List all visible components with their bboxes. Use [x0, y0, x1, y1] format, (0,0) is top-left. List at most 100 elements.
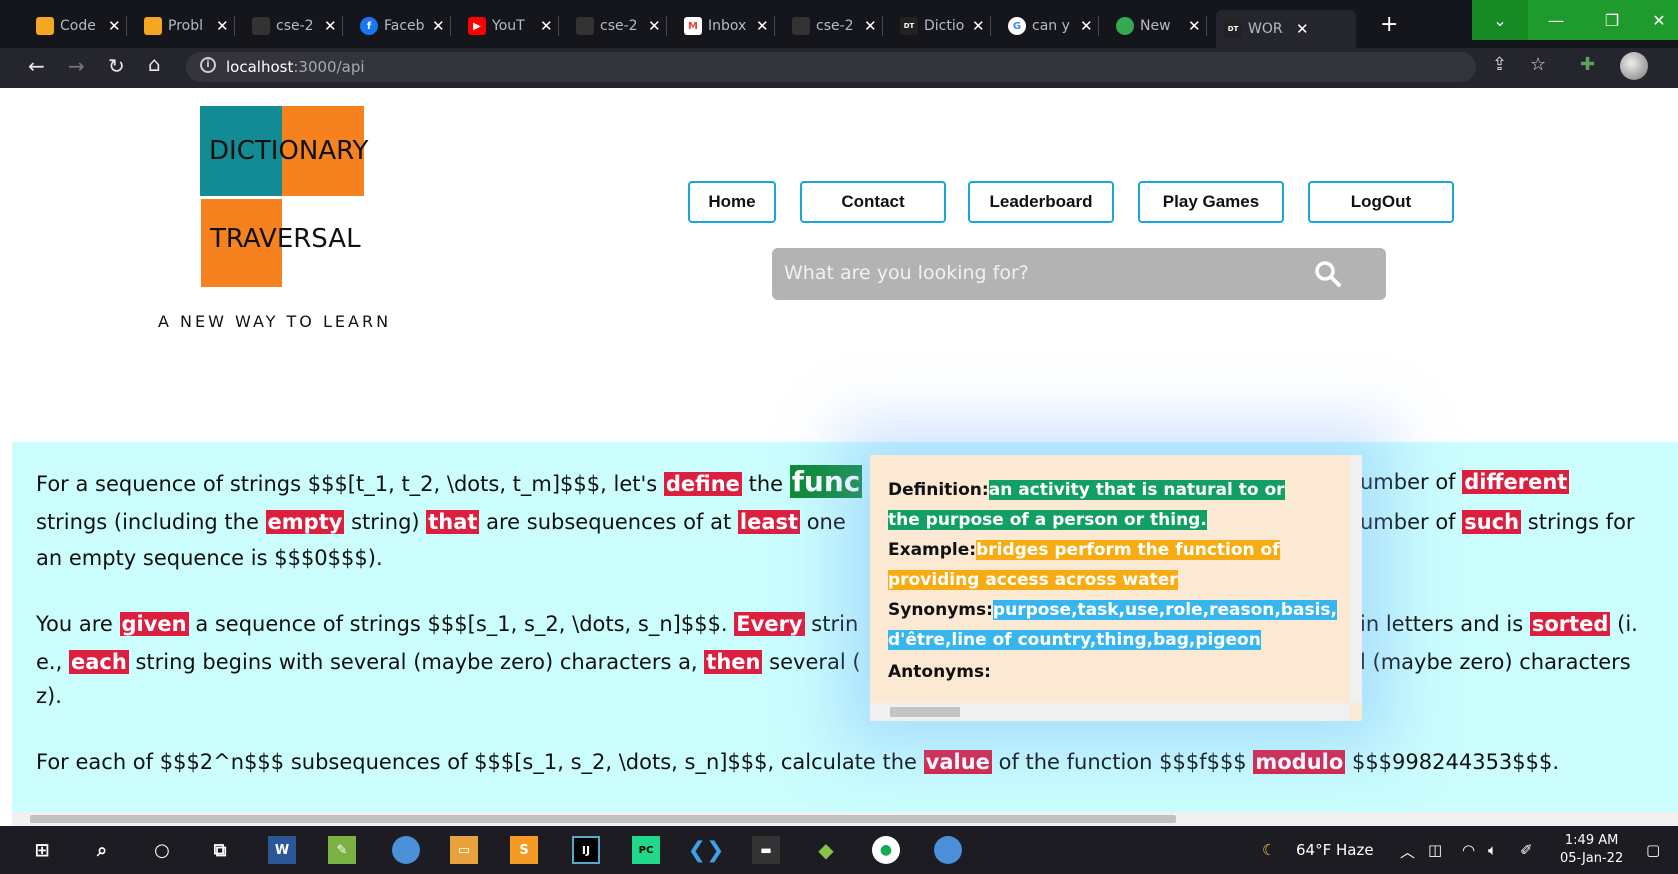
- browser-tab[interactable]: cse-2 ✕: [568, 10, 667, 42]
- task-view-icon[interactable]: ⧉: [206, 836, 234, 864]
- gmail-icon: M: [684, 17, 702, 35]
- search-icon[interactable]: ⌕: [88, 836, 116, 864]
- highlighted-word[interactable]: then: [704, 650, 763, 674]
- close-icon[interactable]: ✕: [1296, 20, 1309, 38]
- chrome-icon[interactable]: [934, 836, 962, 864]
- share-icon[interactable]: ⇪: [1492, 54, 1507, 75]
- browser-tab[interactable]: cse-2 ✕: [244, 10, 343, 42]
- pen-icon[interactable]: ✐: [1520, 841, 1533, 859]
- new-tab-icon[interactable]: +: [1380, 12, 1398, 37]
- search-icon[interactable]: [1314, 260, 1342, 288]
- sublime-text-icon[interactable]: S: [510, 836, 538, 864]
- highlighted-word-active[interactable]: func: [789, 465, 863, 498]
- reload-icon[interactable]: ↻: [108, 54, 125, 78]
- terminal-icon[interactable]: ▬: [752, 836, 780, 864]
- close-icon[interactable]: ✕: [432, 17, 445, 35]
- close-icon[interactable]: ✕: [1080, 17, 1093, 35]
- search-bar[interactable]: What are you looking for?: [772, 248, 1386, 300]
- close-icon[interactable]: ✕: [972, 17, 985, 35]
- vscode-icon[interactable]: ❮❯: [688, 836, 725, 864]
- windows-start-icon[interactable]: ⊞: [28, 836, 56, 864]
- paragraph-line: umber of such strings for: [1360, 510, 1635, 534]
- highlighted-word[interactable]: least: [737, 510, 801, 534]
- search-input[interactable]: What are you looking for?: [784, 262, 1029, 284]
- site-logo[interactable]: DICTIONARY TRAVERSAL: [200, 106, 370, 287]
- browser-tab-active[interactable]: DT WOR ✕: [1216, 10, 1356, 48]
- browser-tab[interactable]: cse-2 ✕: [784, 10, 883, 42]
- definition-popup[interactable]: Definition:an activity that is natural t…: [870, 455, 1362, 721]
- highlighted-word[interactable]: such: [1462, 510, 1522, 534]
- forward-icon[interactable]: →: [68, 54, 85, 78]
- highlighted-word[interactable]: modulo: [1253, 750, 1346, 774]
- home-icon[interactable]: ⌂: [148, 52, 161, 76]
- highlighted-word[interactable]: that: [426, 510, 480, 534]
- extensions-icon[interactable]: ✚: [1580, 54, 1595, 75]
- highlighted-word[interactable]: Every: [734, 612, 805, 636]
- tab-search-icon[interactable]: ⌄: [1472, 0, 1528, 40]
- paint-icon[interactable]: ◆: [812, 836, 840, 864]
- highlighted-word[interactable]: value: [923, 750, 992, 774]
- weather-icon[interactable]: ☾: [1262, 841, 1275, 859]
- profile-avatar[interactable]: [1620, 52, 1648, 80]
- intellij-icon[interactable]: IJ: [572, 836, 600, 864]
- dictionary-icon: DT: [900, 17, 918, 35]
- browser-tab[interactable]: DT Dictio ✕: [892, 10, 991, 42]
- chevron-up-icon[interactable]: ︿: [1400, 841, 1415, 862]
- highlighted-word[interactable]: define: [663, 472, 742, 496]
- scrollbar-thumb[interactable]: [890, 707, 960, 717]
- chrome-icon[interactable]: [392, 836, 420, 864]
- browser-tab[interactable]: Probl ✕: [136, 10, 235, 42]
- browser-tab[interactable]: Gcan y ✕: [1000, 10, 1099, 42]
- nav-logout-button[interactable]: LogOut: [1308, 181, 1454, 223]
- close-icon[interactable]: ✕: [1188, 17, 1201, 35]
- volume-icon[interactable]: 🔈︎: [1488, 841, 1497, 859]
- nav-leaderboard-button[interactable]: Leaderboard: [968, 181, 1114, 223]
- browser-tab[interactable]: ▶ YouT ✕: [460, 10, 559, 42]
- close-icon[interactable]: ✕: [108, 17, 121, 35]
- close-icon[interactable]: ✕: [216, 17, 229, 35]
- notepad-icon[interactable]: ✎: [328, 836, 356, 864]
- browser-tab[interactable]: M Inbox ✕: [676, 10, 775, 42]
- popup-horizontal-scrollbar[interactable]: [870, 703, 1350, 721]
- info-icon[interactable]: i: [200, 57, 216, 73]
- network-icon[interactable]: ◫: [1428, 841, 1442, 859]
- address-bar[interactable]: i localhost:3000/api: [186, 52, 1476, 82]
- browser-tab-strip: Code ✕ Probl ✕ cse-2 ✕ f Faceb ✕ ▶ YouT ✕ cse-2…: [0, 0, 1678, 48]
- scrollbar-thumb[interactable]: [30, 815, 1176, 823]
- antonyms-label: Antonyms:: [888, 662, 991, 682]
- browser-tab[interactable]: f Faceb ✕: [352, 10, 451, 42]
- highlighted-word[interactable]: empty: [265, 510, 345, 534]
- file-explorer-icon[interactable]: ▭: [450, 836, 478, 864]
- bookmark-star-icon[interactable]: ☆: [1530, 54, 1546, 75]
- mongodb-icon[interactable]: ●: [872, 836, 900, 864]
- minimize-icon[interactable]: —: [1528, 0, 1584, 40]
- nav-play-games-button[interactable]: Play Games: [1138, 181, 1284, 223]
- close-window-icon[interactable]: ✕: [1640, 0, 1678, 40]
- popup-vertical-scrollbar[interactable]: [1350, 455, 1362, 703]
- browser-tab[interactable]: Code ✕: [28, 10, 127, 42]
- youtube-icon: ▶: [468, 17, 486, 35]
- close-icon[interactable]: ✕: [756, 17, 769, 35]
- close-icon[interactable]: ✕: [864, 17, 877, 35]
- highlighted-word[interactable]: different: [1462, 470, 1570, 494]
- weather-text[interactable]: 64°F Haze: [1296, 841, 1374, 859]
- browser-tab[interactable]: New ✕: [1108, 10, 1207, 42]
- definition-label: Definition:: [888, 480, 989, 500]
- wifi-icon[interactable]: ◠: [1462, 841, 1475, 859]
- highlighted-word[interactable]: each: [68, 650, 129, 674]
- back-icon[interactable]: ←: [28, 54, 45, 78]
- close-icon[interactable]: ✕: [324, 17, 337, 35]
- nav-home-button[interactable]: Home: [688, 181, 776, 223]
- system-clock[interactable]: 1:49 AM 05-Jan-22: [1560, 832, 1623, 868]
- close-icon[interactable]: ✕: [540, 17, 553, 35]
- restore-icon[interactable]: ❐: [1584, 0, 1640, 40]
- nav-contact-button[interactable]: Contact: [800, 181, 946, 223]
- word-icon[interactable]: W: [268, 836, 296, 864]
- page-horizontal-scrollbar[interactable]: [12, 812, 1678, 826]
- pycharm-icon[interactable]: PC: [632, 836, 660, 864]
- close-icon[interactable]: ✕: [648, 17, 661, 35]
- cortana-icon[interactable]: ○: [148, 836, 176, 864]
- notification-icon[interactable]: ▢: [1646, 841, 1660, 859]
- highlighted-word[interactable]: sorted: [1529, 612, 1611, 636]
- highlighted-word[interactable]: given: [119, 612, 189, 636]
